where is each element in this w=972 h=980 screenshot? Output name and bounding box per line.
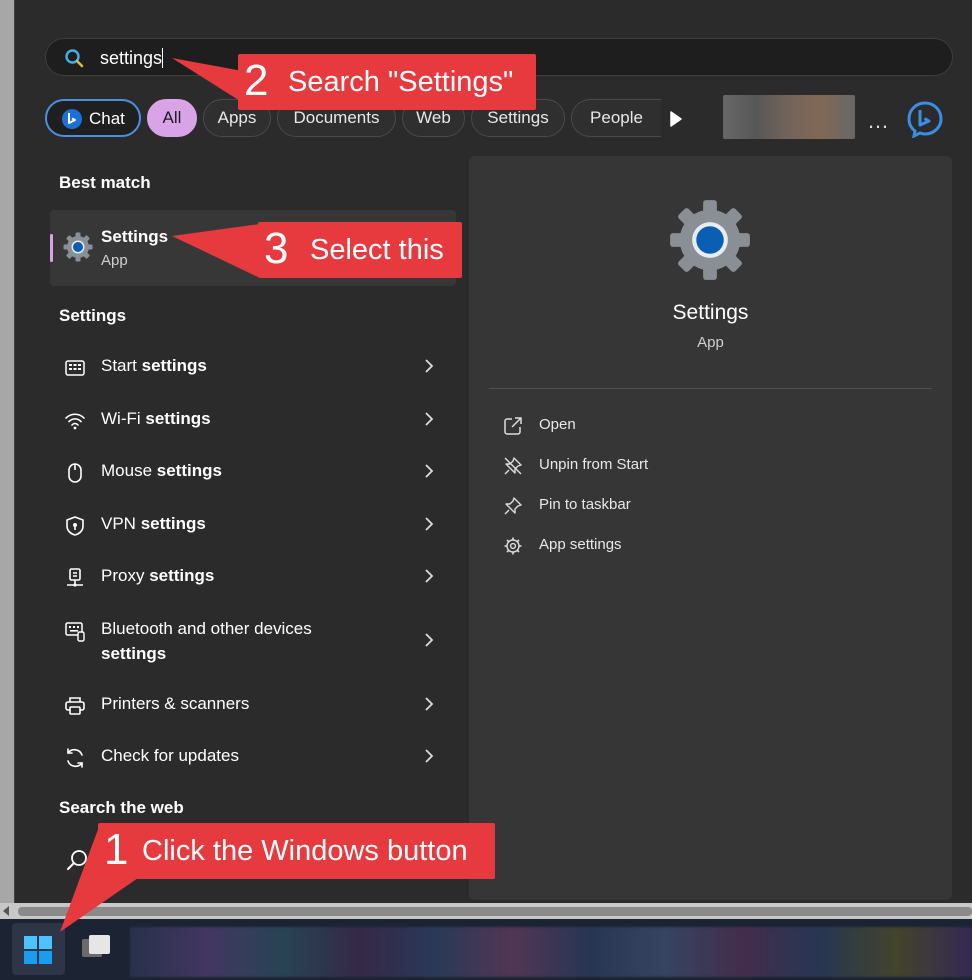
result-label-match: settings (141, 356, 207, 375)
gear-icon (504, 537, 522, 555)
result-label-prefix: VPN (101, 514, 141, 533)
result-label: Wi-Fi settings (101, 409, 211, 429)
printer-icon (65, 697, 85, 715)
chevron-right-icon (425, 749, 434, 763)
search-web-heading: Search the web (59, 798, 184, 817)
bing-chat-icon (62, 109, 82, 129)
filter-chat-label: Chat (89, 109, 125, 128)
result-label: Check for updates (101, 746, 239, 765)
scrollbar-thumb[interactable] (18, 907, 972, 916)
result-mouse-settings[interactable]: Mouse settings (50, 450, 456, 494)
result-label-prefix: Proxy (101, 566, 150, 585)
update-icon (67, 748, 83, 768)
bluetooth-devices-icon (65, 622, 85, 642)
settings-section-heading: Settings (59, 306, 127, 325)
action-label: Pin to taskbar (539, 496, 631, 513)
callout-number: 1 (104, 825, 129, 874)
result-label-prefix: Wi-Fi (101, 409, 146, 428)
result-label-match: settings (101, 644, 167, 663)
result-label: Proxy settings (101, 566, 214, 586)
scroll-filters-right-icon[interactable] (669, 110, 683, 128)
chevron-right-icon (425, 569, 434, 583)
result-label: VPN settings (101, 514, 206, 534)
result-vpn-settings[interactable]: VPN settings (50, 503, 456, 547)
windows-logo-icon (24, 936, 52, 964)
chevron-right-icon (425, 359, 434, 373)
best-match-title: Settings (101, 227, 169, 246)
chevron-right-icon (425, 633, 434, 647)
result-proxy-settings[interactable]: Proxy settings (50, 555, 456, 599)
wifi-icon (65, 413, 85, 430)
result-label: Start settings (101, 356, 207, 376)
callout-number: 2 (244, 56, 269, 105)
filter-documents-label: Documents (293, 108, 380, 127)
result-label-prefix: Mouse (101, 461, 157, 480)
action-label: Open (539, 416, 576, 433)
result-label-match: settings (156, 461, 222, 480)
callout-select-this: 3 Select this (258, 222, 462, 278)
callout-text: Select this (310, 234, 444, 266)
callout-text: Search "Settings" (288, 66, 514, 98)
scroll-left-arrow-icon[interactable] (3, 906, 9, 916)
filter-chat[interactable]: Chat (45, 99, 141, 137)
search-query-text: settings (100, 48, 163, 68)
result-label-match: settings (145, 409, 211, 428)
detail-subtitle: App (697, 334, 724, 351)
start-menu-icon (65, 360, 85, 376)
text-caret (162, 48, 164, 68)
mouse-icon (68, 463, 82, 483)
callout-click-windows-button: 1 Click the Windows button (98, 823, 495, 879)
result-label-line1: Bluetooth and other devices (101, 619, 312, 638)
result-label-line2: settings (101, 644, 166, 664)
chevron-right-icon (425, 412, 434, 426)
chevron-right-icon (425, 517, 434, 531)
divider (489, 388, 932, 389)
callout-3-arrow (172, 224, 260, 278)
result-check-for-updates[interactable]: Check for updates (50, 735, 456, 779)
selection-indicator (50, 234, 53, 262)
result-start-settings[interactable]: Start settings (50, 345, 456, 389)
settings-app-icon (63, 232, 93, 262)
bing-icon[interactable] (906, 100, 944, 138)
search-icon (65, 49, 84, 68)
filter-people[interactable]: People (571, 99, 661, 137)
result-label-match: settings (140, 514, 206, 533)
filter-web-label: Web (416, 108, 451, 127)
result-wifi-settings[interactable]: Wi-Fi settings (50, 398, 456, 442)
start-menu-panel: settings Chat All Apps Documents Web Set… (14, 0, 972, 903)
open-external-icon (504, 417, 522, 435)
search-input[interactable]: settings (100, 48, 164, 69)
callout-search-settings: 2 Search "Settings" (238, 54, 536, 110)
blurred-account-area (723, 95, 855, 139)
settings-large-icon (670, 200, 750, 280)
detail-pane: Settings App Open Unpin from Start Pin t… (469, 156, 952, 900)
result-label: Mouse settings (101, 461, 222, 481)
task-view-icon[interactable] (80, 933, 112, 963)
proxy-icon (67, 568, 83, 587)
action-label: Unpin from Start (539, 456, 649, 473)
unpin-icon (504, 457, 522, 475)
callout-text: Click the Windows button (142, 835, 468, 867)
result-label: Printers & scanners (101, 694, 250, 713)
chevron-right-icon (425, 464, 434, 478)
taskbar (0, 919, 972, 980)
pin-icon (504, 497, 522, 515)
horizontal-scrollbar[interactable] (0, 903, 972, 919)
filter-people-label: People (590, 108, 643, 127)
vpn-shield-icon (66, 516, 84, 536)
action-label: App settings (539, 536, 622, 553)
filter-settings-label: Settings (487, 108, 549, 127)
detail-title: Settings (672, 301, 749, 324)
callout-number: 3 (264, 224, 289, 273)
result-label-match: settings (149, 566, 215, 585)
more-options-icon[interactable]: … (867, 108, 889, 134)
result-bluetooth-settings[interactable]: Bluetooth and other devices settings (50, 608, 456, 672)
best-match-heading: Best match (59, 173, 151, 192)
chevron-right-icon (425, 697, 434, 711)
best-match-subtitle: App (101, 252, 128, 269)
blurred-taskbar-apps (130, 927, 972, 977)
result-label-prefix: Start (101, 356, 142, 375)
result-printers-scanners[interactable]: Printers & scanners (50, 683, 456, 727)
